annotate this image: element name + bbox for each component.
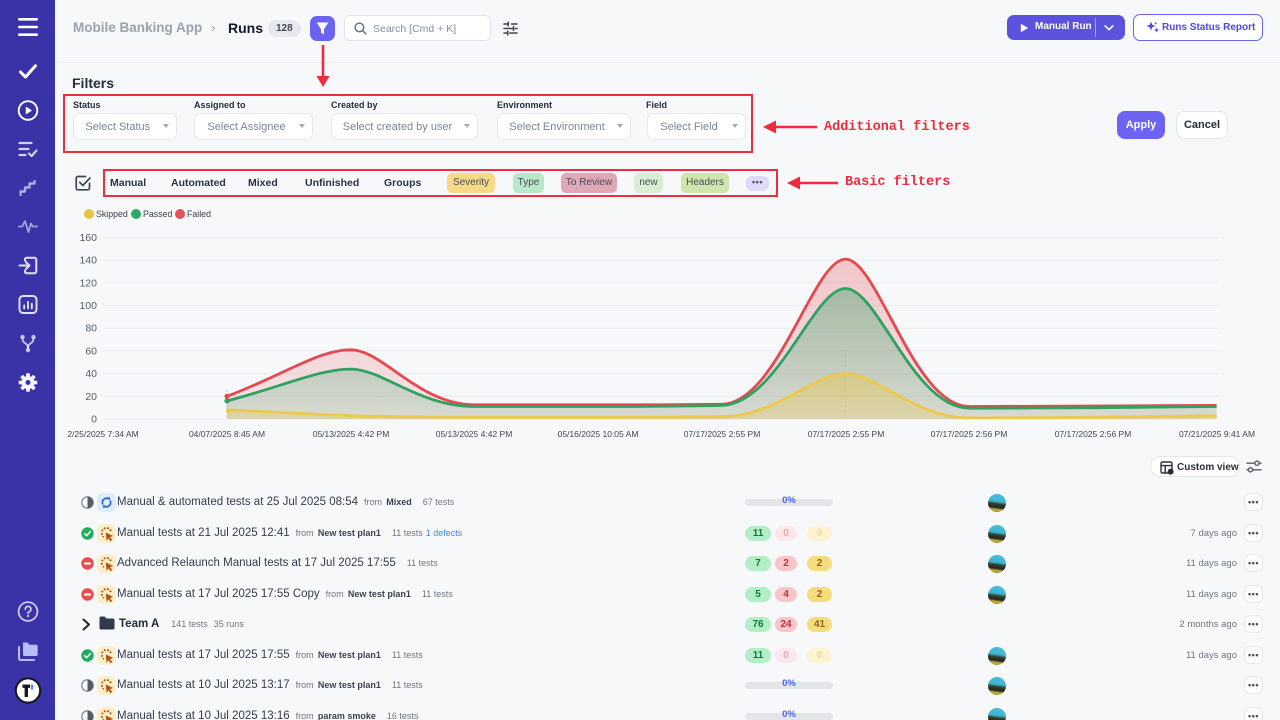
svg-text:40: 40 <box>85 368 97 380</box>
svg-text:60: 60 <box>85 345 97 357</box>
svg-text:80: 80 <box>85 323 97 335</box>
svg-text:100: 100 <box>79 300 97 312</box>
svg-text:160: 160 <box>79 232 97 244</box>
svg-text:0: 0 <box>91 414 97 426</box>
svg-text:20: 20 <box>85 391 97 403</box>
svg-text:120: 120 <box>79 277 97 289</box>
svg-text:140: 140 <box>79 255 97 267</box>
